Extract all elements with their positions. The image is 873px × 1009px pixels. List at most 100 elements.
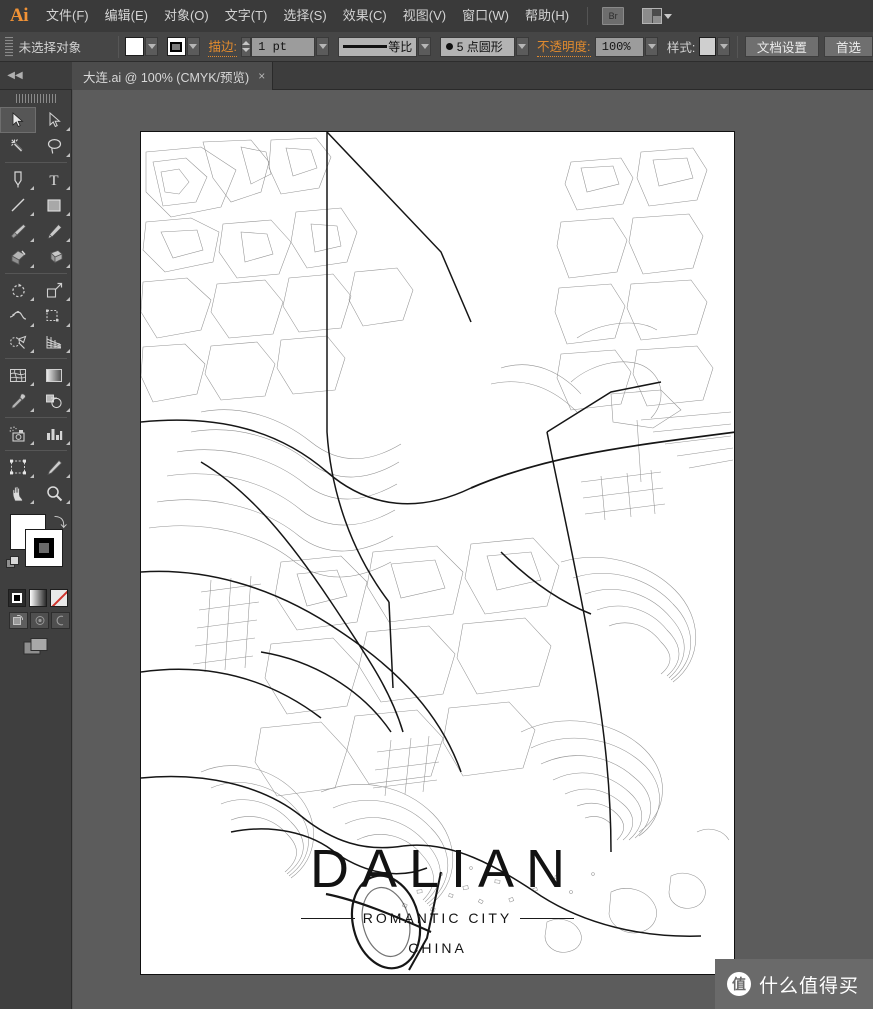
magic-wand-tool[interactable] [0,133,36,159]
lasso-tool[interactable] [36,133,72,159]
menu-item-type[interactable]: 文字(T) [217,0,276,32]
round-brush-icon [445,43,453,50]
opacity-field[interactable]: 100% [594,36,645,57]
type-tool[interactable]: T [36,166,72,192]
blob-brush-tool[interactable] [0,244,36,270]
symbol-sprayer-tool[interactable] [0,421,36,447]
shape-builder-tool[interactable] [0,329,36,355]
control-divider [117,35,119,58]
stroke-weight-label[interactable]: 描边: [208,36,237,57]
eyedropper-tool[interactable] [0,388,36,414]
artboard-tool[interactable] [0,454,36,480]
draw-normal-button[interactable] [9,612,28,629]
bridge-icon[interactable]: Br [602,7,625,25]
menu-item-select[interactable]: 选择(S) [275,0,334,32]
menu-item-window[interactable]: 窗口(W) [454,0,517,32]
illustrator-window: Ai 文件(F) 编辑(E) 对象(O) 文字(T) 选择(S) 效果(C) 视… [0,0,873,1009]
document-tab[interactable]: 大连.ai @ 100% (CMYK/预览) × [72,62,274,90]
artboard[interactable]: DALIAN ROMANTIC CITY CHINA [140,131,735,975]
control-divider-2 [737,35,738,58]
draw-behind-button[interactable] [30,612,49,629]
menu-item-edit[interactable]: 编辑(E) [97,0,156,32]
fill-dropdown-arrow[interactable] [145,37,159,56]
hand-tool[interactable] [0,480,36,506]
tool-divider-5 [5,450,67,451]
mesh-tool[interactable] [0,362,36,388]
poster-tagline-row: ROMANTIC CITY [141,910,734,926]
eraser-tool[interactable] [36,244,72,270]
poster-tagline: ROMANTIC CITY [362,910,513,926]
brush-definition-dropdown-arrow[interactable] [515,37,529,56]
document-setup-button[interactable]: 文档设置 [744,36,819,57]
width-tool[interactable] [0,303,36,329]
column-graph-tool[interactable] [36,421,72,447]
stroke-profile-preview-icon [342,45,387,48]
gradient-tool[interactable] [36,362,72,388]
stroke-weight-field[interactable]: 1 pt [251,36,316,57]
tools-panel: T ⤵ [0,90,72,1009]
free-transform-tool[interactable] [36,303,72,329]
preferences-button[interactable]: 首选 [824,36,873,57]
brush-definition-field[interactable]: 5 点圆形 [439,36,515,57]
perspective-grid-tool[interactable] [36,329,72,355]
zoom-tool[interactable] [36,480,72,506]
style-label: 样式: [666,41,696,55]
draw-inside-button[interactable] [51,612,70,629]
control-bar: 未选择对象 描边: 1 pt 等比 5 点圆形 不透明度: 100% 样式: 文… [0,32,873,62]
poster-country: CHINA [408,940,467,956]
draw-mode-row [0,607,71,629]
screen-mode-button[interactable] [0,629,71,657]
blend-tool[interactable] [36,388,72,414]
menu-bar: Ai 文件(F) 编辑(E) 对象(O) 文字(T) 选择(S) 效果(C) 视… [0,0,873,32]
swap-fill-stroke-icon[interactable]: ⤵ [54,512,67,531]
close-icon[interactable]: × [258,69,265,83]
color-fill-button[interactable] [8,589,26,607]
tool-divider [5,162,67,163]
tools-panel-grip[interactable] [15,94,56,103]
stroke-profile-dropdown-arrow[interactable] [418,37,432,56]
stroke-profile-field[interactable]: 等比 [337,36,418,57]
tool-divider-2 [5,273,67,274]
graphic-style-dropdown-arrow[interactable] [717,37,731,56]
opacity-label[interactable]: 不透明度: [537,36,591,57]
menu-item-object[interactable]: 对象(O) [156,0,217,32]
slice-tool[interactable] [36,454,72,480]
selection-tool[interactable] [0,107,36,133]
gradient-fill-button[interactable] [29,589,47,607]
svg-text:T: T [49,173,58,188]
poster-text-block: DALIAN ROMANTIC CITY CHINA [141,842,734,956]
stroke-weight-stepper[interactable] [241,36,252,57]
graphic-style-swatch[interactable] [698,37,717,56]
workspace-layout-icon [642,8,663,24]
workspace-switcher[interactable] [642,8,673,24]
stroke-swatch[interactable] [25,529,63,567]
stroke-color-swatch[interactable] [166,37,186,56]
pen-tool[interactable] [0,166,36,192]
tagline-rule-left [300,917,355,919]
fill-color-swatch[interactable] [125,37,145,56]
rectangle-tool[interactable] [36,192,72,218]
menu-item-view[interactable]: 视图(V) [395,0,454,32]
collapse-panel-icon[interactable]: ◀◀ [4,68,26,84]
canvas-area[interactable]: DALIAN ROMANTIC CITY CHINA [73,90,873,1009]
ai-logo-icon: Ai [10,5,29,26]
direct-selection-tool[interactable] [36,107,72,133]
menu-divider [587,7,589,25]
none-fill-button[interactable] [50,589,68,607]
selection-status-label: 未选择对象 [18,41,82,55]
menu-item-effect[interactable]: 效果(C) [335,0,395,32]
line-segment-tool[interactable] [0,192,36,218]
paintbrush-tool[interactable] [0,218,36,244]
default-fill-stroke-icon[interactable] [6,556,21,570]
pencil-tool[interactable] [36,218,72,244]
opacity-dropdown-arrow[interactable] [645,37,659,56]
brush-definition-label: 5 点圆形 [456,40,503,54]
menu-item-help[interactable]: 帮助(H) [517,0,577,32]
chevron-down-icon [664,13,673,19]
stroke-weight-dropdown-arrow[interactable] [316,37,330,56]
stroke-dropdown-arrow[interactable] [186,37,200,56]
rotate-tool[interactable] [0,277,36,303]
menu-item-file[interactable]: 文件(F) [38,0,97,32]
control-bar-grip[interactable] [5,36,13,57]
scale-tool[interactable] [36,277,72,303]
